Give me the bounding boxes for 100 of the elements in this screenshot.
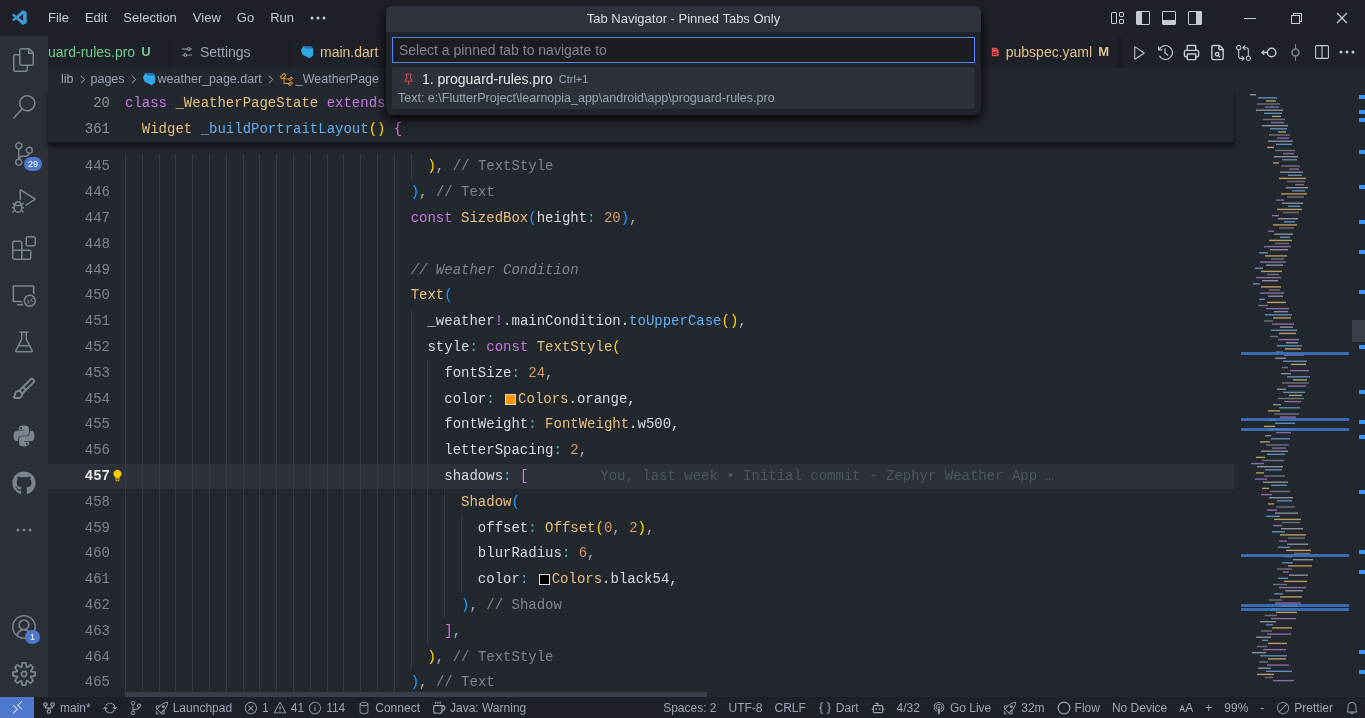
- branch-icon: [42, 700, 56, 715]
- code-text: const SizedBox(height: 20),: [409, 209, 638, 228]
- error-icon: [244, 700, 259, 715]
- status-item[interactable]: Java: Warning: [425, 697, 533, 718]
- accounts-button[interactable]: 1: [0, 603, 48, 650]
- search-field[interactable]: Select a pinned tab to navigate to: [392, 37, 975, 63]
- source-control-button[interactable]: 29: [0, 130, 48, 177]
- close-icon: [1334, 10, 1350, 26]
- code-text: Colors.black54,: [551, 570, 678, 590]
- status-item[interactable]: Launchpad: [148, 697, 239, 718]
- brush-icon: [12, 376, 36, 401]
- code-text: fontWeight: FontWeight.w500,: [443, 415, 680, 435]
- code-text: ), // Text: [409, 673, 495, 693]
- more-icon: [310, 16, 326, 20]
- python-icon: [12, 423, 36, 448]
- code-text: ), // TextStyle: [426, 647, 554, 667]
- coffee-icon: [431, 700, 446, 715]
- printer-icon: [1183, 43, 1200, 61]
- class-icon: [278, 71, 294, 87]
- code-text: _weather!.mainCondition.toUpperCase(),: [426, 312, 747, 332]
- line-number: 451: [83, 312, 110, 332]
- editor-tab[interactable]: uard-rules.pro U: [48, 36, 170, 68]
- code-text: color:: [443, 389, 496, 409]
- line-number: 454: [83, 389, 110, 409]
- status-item[interactable]: Connect: [351, 697, 426, 718]
- dart-file-icon: [300, 45, 314, 59]
- status-item[interactable]: UTF-8: [722, 697, 769, 718]
- extensions-icon: [12, 235, 36, 260]
- compare-icon: [1235, 43, 1252, 61]
- status-item[interactable]: main*: [36, 697, 97, 718]
- code-text: ), // Text: [409, 183, 495, 203]
- menu-item[interactable]: Selection: [115, 8, 185, 28]
- status-item[interactable]: Spaces: 2: [657, 697, 723, 718]
- github-icon: [12, 470, 36, 495]
- code-text: offset: Offset(0, 2),: [476, 518, 655, 538]
- menu-item[interactable]: Go: [228, 8, 263, 28]
- menu-item[interactable]: View: [184, 8, 229, 28]
- count-badge: 1: [25, 630, 40, 644]
- line-number: 462: [83, 595, 110, 615]
- warning-icon: [272, 700, 287, 715]
- code-text: shadows: [: [443, 466, 529, 486]
- status-item[interactable]: Dart: [811, 697, 865, 718]
- sidebar-right-icon: [1187, 10, 1203, 26]
- line-number: 453: [83, 363, 110, 383]
- code-text: style: const TextStyle(: [426, 337, 621, 357]
- status-item[interactable]: CRLF: [768, 697, 812, 718]
- code-text: Shadow(: [460, 492, 520, 512]
- copilot-icon: [870, 700, 885, 715]
- line-number: 361: [83, 119, 110, 139]
- code-text: ],: [443, 621, 462, 641]
- status-item[interactable]: 99%: [1218, 697, 1255, 718]
- history-icon: [1157, 43, 1174, 61]
- run-debug-icon: [12, 188, 36, 213]
- code-text: fontSize: 24,: [443, 363, 554, 383]
- broadcast-icon: [931, 700, 946, 715]
- code-text: class _WeatherPageState extends: [125, 93, 386, 113]
- status-item[interactable]: 4/32: [890, 697, 926, 718]
- menu-item[interactable]: Edit: [76, 8, 116, 28]
- status-item[interactable]: Flow: [1050, 697, 1106, 718]
- line-number: 461: [83, 570, 110, 590]
- source-control-icon: [12, 141, 36, 166]
- horizontal-scrollbar[interactable]: [125, 692, 707, 697]
- breadcrumb-item[interactable]: lib: [61, 69, 74, 89]
- quick-pick-item[interactable]: 1. proguard-rules.pro Ctrl+1 Text: e:\FlutterProject\learnopia_app\android\app\proguard-rules.pro: [392, 67, 975, 109]
- status-item[interactable]: Prettier: [1270, 697, 1339, 718]
- line-number: 449: [83, 260, 110, 280]
- rocket-icon: [154, 700, 169, 715]
- flask-icon: [12, 329, 36, 354]
- settings-icon: [180, 45, 194, 59]
- count-badge: 29: [24, 157, 42, 171]
- more-actions-icon[interactable]: [1339, 50, 1355, 54]
- menu-item[interactable]: File: [40, 8, 77, 28]
- line-number: 452: [83, 337, 110, 357]
- line-number: 464: [83, 647, 110, 667]
- status-item[interactable]: +: [1199, 697, 1219, 718]
- more-icon: [16, 527, 32, 532]
- status-item[interactable]: -: [1254, 697, 1271, 718]
- run-icon: [1131, 43, 1148, 61]
- menu-item[interactable]: Run: [262, 8, 302, 28]
- status-item[interactable]: ᴀA: [1173, 697, 1200, 718]
- status-item[interactable]: Go Live: [925, 697, 998, 718]
- line-number: 446: [83, 183, 110, 203]
- line-number: 445: [83, 157, 110, 177]
- code-text: letterSpacing: 2,: [443, 441, 588, 461]
- status-item[interactable]: 32m: [997, 697, 1051, 718]
- status-item[interactable]: No Device: [1105, 697, 1174, 718]
- remote-button[interactable]: [0, 697, 34, 718]
- code-text: // Weather Condition: [409, 260, 579, 280]
- line-number: 459: [83, 518, 110, 538]
- line-number: 463: [83, 621, 110, 641]
- rocket-icon: [1003, 700, 1018, 715]
- dart-file-icon: [141, 72, 156, 86]
- no-entry-icon: [1276, 700, 1291, 715]
- breadcrumb-item[interactable]: pages: [90, 69, 125, 89]
- code-text: ), // TextStyle: [426, 157, 554, 177]
- breadcrumb-item[interactable]: weather_page.dart: [157, 69, 262, 89]
- problems-status[interactable]: 1 41 114: [238, 697, 352, 718]
- line-number: 447: [83, 209, 110, 228]
- braces-icon: [817, 700, 832, 715]
- breadcrumb-item[interactable]: _WeatherPage: [295, 69, 379, 89]
